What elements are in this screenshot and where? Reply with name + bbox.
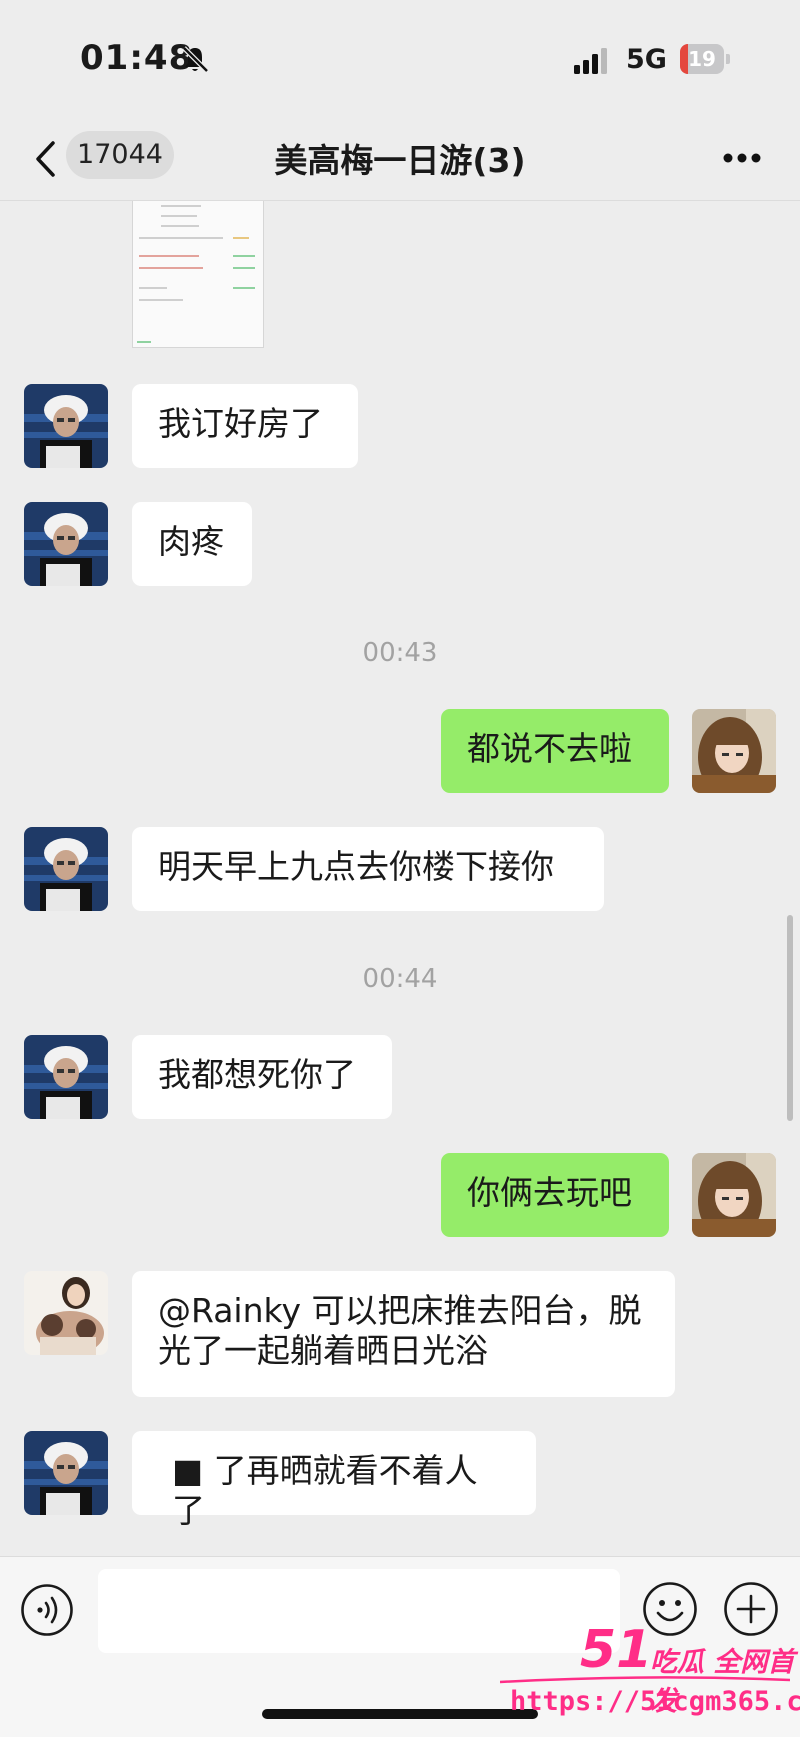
watermark-brand: 51 <box>580 1620 653 1680</box>
avatar[interactable] <box>24 502 108 586</box>
battery-icon: 19 <box>680 44 730 74</box>
avatar-group-member-icon <box>24 1271 108 1355</box>
avatar[interactable] <box>24 1431 108 1515</box>
avatar-white-hair-icon <box>24 827 108 911</box>
more-icon[interactable] <box>722 152 762 164</box>
chat-header: 17044 美高梅一日游(3) <box>0 120 800 201</box>
message-bubble[interactable]: 都说不去啦 <box>441 709 669 793</box>
image-message[interactable] <box>132 201 264 348</box>
avatar-white-hair-icon <box>24 1035 108 1119</box>
avatar-white-hair-icon <box>24 502 108 586</box>
unread-count-badge[interactable]: 17044 <box>66 131 174 179</box>
watermark: 51 吃瓜 全网首发 https://51cgm365.com <box>500 1620 800 1736</box>
status-bar: 01:48 5G 19 <box>0 0 800 120</box>
bell-muted-icon <box>182 46 209 73</box>
avatar[interactable] <box>24 1035 108 1119</box>
message-bubble[interactable]: 肉疼 <box>132 502 252 586</box>
status-time: 01:48 <box>80 38 194 78</box>
message-bubble[interactable]: @Rainky 可以把床推去阳台，脱 光了一起躺着晒日光浴 <box>132 1271 675 1397</box>
avatar[interactable] <box>692 709 776 793</box>
home-indicator <box>262 1709 538 1719</box>
scrollbar[interactable] <box>787 915 793 1121</box>
avatar-self-icon <box>692 709 776 793</box>
avatar[interactable] <box>24 1271 108 1355</box>
avatar[interactable] <box>24 384 108 468</box>
avatar-white-hair-icon <box>24 1431 108 1515</box>
message-bubble[interactable]: ■ 了再晒就看不着人了 <box>132 1431 536 1530</box>
message-bubble[interactable]: 我都想死你了 <box>132 1035 392 1119</box>
avatar[interactable] <box>692 1153 776 1237</box>
message-bubble[interactable]: 我订好房了 <box>132 384 358 468</box>
chat-title: 美高梅一日游(3) <box>274 141 526 180</box>
watermark-url: https://51cgm365.com <box>510 1686 800 1717</box>
network-type: 5G <box>626 44 667 75</box>
message-timestamp: 00:44 <box>362 964 438 994</box>
message-bubble[interactable]: 你俩去玩吧 <box>441 1153 669 1237</box>
watermark-swoosh-icon <box>500 1676 790 1684</box>
back-chevron-icon[interactable] <box>34 140 56 178</box>
battery-level: 19 <box>688 47 716 71</box>
message-list[interactable]: 我订好房了 肉疼 00:43 都说不去啦 明天早上九点去你楼下接你 00:44 … <box>0 201 800 1556</box>
message-bubble[interactable]: 明天早上九点去你楼下接你 <box>132 827 604 911</box>
avatar[interactable] <box>24 827 108 911</box>
signal-bars-icon <box>574 48 607 74</box>
message-timestamp: 00:43 <box>362 638 438 668</box>
avatar-white-hair-icon <box>24 384 108 468</box>
voice-icon[interactable] <box>20 1583 74 1637</box>
avatar-self-icon <box>692 1153 776 1237</box>
